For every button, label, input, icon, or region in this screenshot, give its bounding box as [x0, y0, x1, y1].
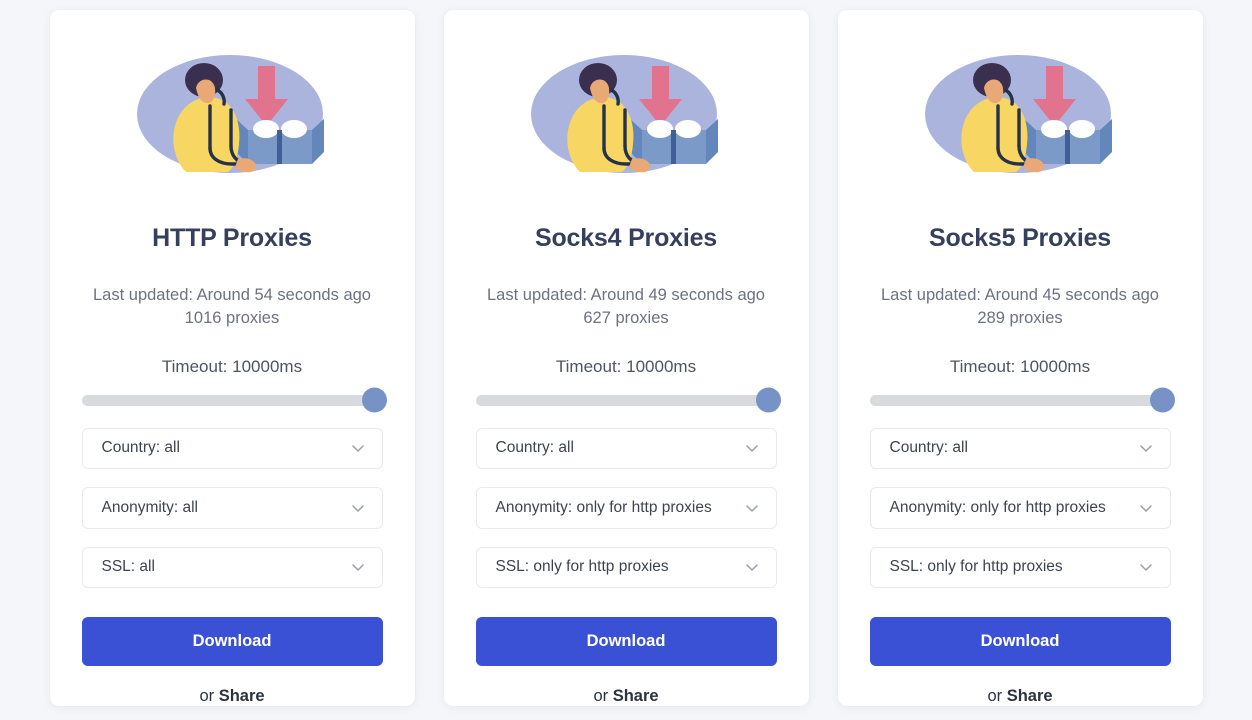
select-anonymity[interactable]: Anonymity: only for http proxies: [869, 487, 1171, 529]
timeout-slider[interactable]: [81, 387, 387, 413]
chevron-down-icon: [349, 499, 367, 517]
share-prefix-text: or: [199, 686, 219, 705]
download-button[interactable]: Download: [81, 617, 383, 666]
select-ssl[interactable]: SSL: only for http proxies: [869, 546, 1171, 589]
slider-thumb[interactable]: [755, 387, 781, 413]
select-country-label: Country: all: [495, 439, 574, 457]
slider-track[interactable]: [81, 394, 383, 406]
proxy-cards-row: HTTP Proxies Last updated: Around 54 sec…: [0, 0, 1252, 706]
proxy-card-socks4: Socks4 Proxies Last updated: Around 49 s…: [443, 10, 809, 706]
share-line: or Share: [987, 687, 1052, 706]
select-ssl-label: SSL: all: [101, 558, 155, 576]
person-receiving-package-illustration: [918, 44, 1123, 189]
select-country[interactable]: Country: all: [475, 427, 777, 470]
select-ssl[interactable]: SSL: all: [81, 546, 383, 589]
chevron-down-icon: [349, 439, 367, 457]
select-ssl[interactable]: SSL: only for http proxies: [475, 546, 777, 589]
card-title: Socks4 Proxies: [534, 224, 718, 252]
select-ssl-label: SSL: only for http proxies: [495, 558, 669, 576]
share-link[interactable]: Share: [613, 687, 659, 705]
chevron-down-icon: [743, 558, 761, 576]
chevron-down-icon: [1137, 499, 1155, 517]
select-anonymity[interactable]: Anonymity: only for http proxies: [475, 487, 777, 529]
share-prefix-text: or: [987, 686, 1007, 705]
last-updated-text: Last updated: Around 45 seconds ago: [881, 286, 1159, 304]
last-updated-text: Last updated: Around 49 seconds ago: [487, 286, 765, 304]
person-receiving-package-illustration: [130, 44, 335, 189]
chevron-down-icon: [1137, 439, 1155, 457]
select-country-label: Country: all: [889, 439, 968, 457]
share-line: or Share: [593, 687, 658, 706]
slider-track[interactable]: [475, 394, 777, 406]
proxy-card-http: HTTP Proxies Last updated: Around 54 sec…: [49, 10, 415, 706]
proxy-count-text: 289 proxies: [977, 309, 1063, 328]
card-meta: Last updated: Around 49 seconds ago 627 …: [476, 284, 777, 331]
select-anonymity-label: Anonymity: only for http proxies: [495, 498, 712, 516]
share-link[interactable]: Share: [1007, 687, 1053, 705]
card-meta: Last updated: Around 45 seconds ago 289 …: [870, 284, 1171, 331]
timeout-slider[interactable]: [869, 387, 1175, 413]
download-button[interactable]: Download: [475, 617, 777, 666]
proxy-count-text: 627 proxies: [583, 309, 669, 328]
select-anonymity[interactable]: Anonymity: all: [81, 487, 383, 529]
select-anonymity-label: Anonymity: all: [101, 498, 198, 516]
slider-thumb[interactable]: [361, 387, 387, 413]
slider-thumb[interactable]: [1149, 387, 1175, 413]
person-receiving-package-illustration: [524, 44, 729, 189]
timeout-label: Timeout: 10000ms: [161, 356, 303, 376]
chevron-down-icon: [743, 439, 761, 457]
chevron-down-icon: [1137, 558, 1155, 576]
proxy-card-socks5: Socks5 Proxies Last updated: Around 45 s…: [837, 10, 1203, 706]
share-link[interactable]: Share: [219, 687, 265, 705]
chevron-down-icon: [743, 499, 761, 517]
select-country-label: Country: all: [101, 439, 180, 457]
card-title: HTTP Proxies: [152, 224, 312, 252]
proxy-count-text: 1016 proxies: [184, 309, 280, 328]
card-title: Socks5 Proxies: [928, 224, 1112, 252]
share-prefix-text: or: [593, 686, 613, 705]
timeout-label: Timeout: 10000ms: [949, 356, 1091, 376]
select-anonymity-label: Anonymity: only for http proxies: [889, 498, 1106, 516]
share-line: or Share: [199, 687, 264, 706]
timeout-slider[interactable]: [475, 387, 781, 413]
download-button[interactable]: Download: [869, 617, 1171, 666]
last-updated-text: Last updated: Around 54 seconds ago: [93, 286, 371, 304]
select-country[interactable]: Country: all: [869, 427, 1171, 470]
card-meta: Last updated: Around 54 seconds ago 1016…: [82, 284, 383, 331]
timeout-label: Timeout: 10000ms: [555, 356, 697, 376]
chevron-down-icon: [349, 558, 367, 576]
select-ssl-label: SSL: only for http proxies: [889, 558, 1063, 576]
slider-track[interactable]: [869, 394, 1171, 406]
select-country[interactable]: Country: all: [81, 427, 383, 470]
